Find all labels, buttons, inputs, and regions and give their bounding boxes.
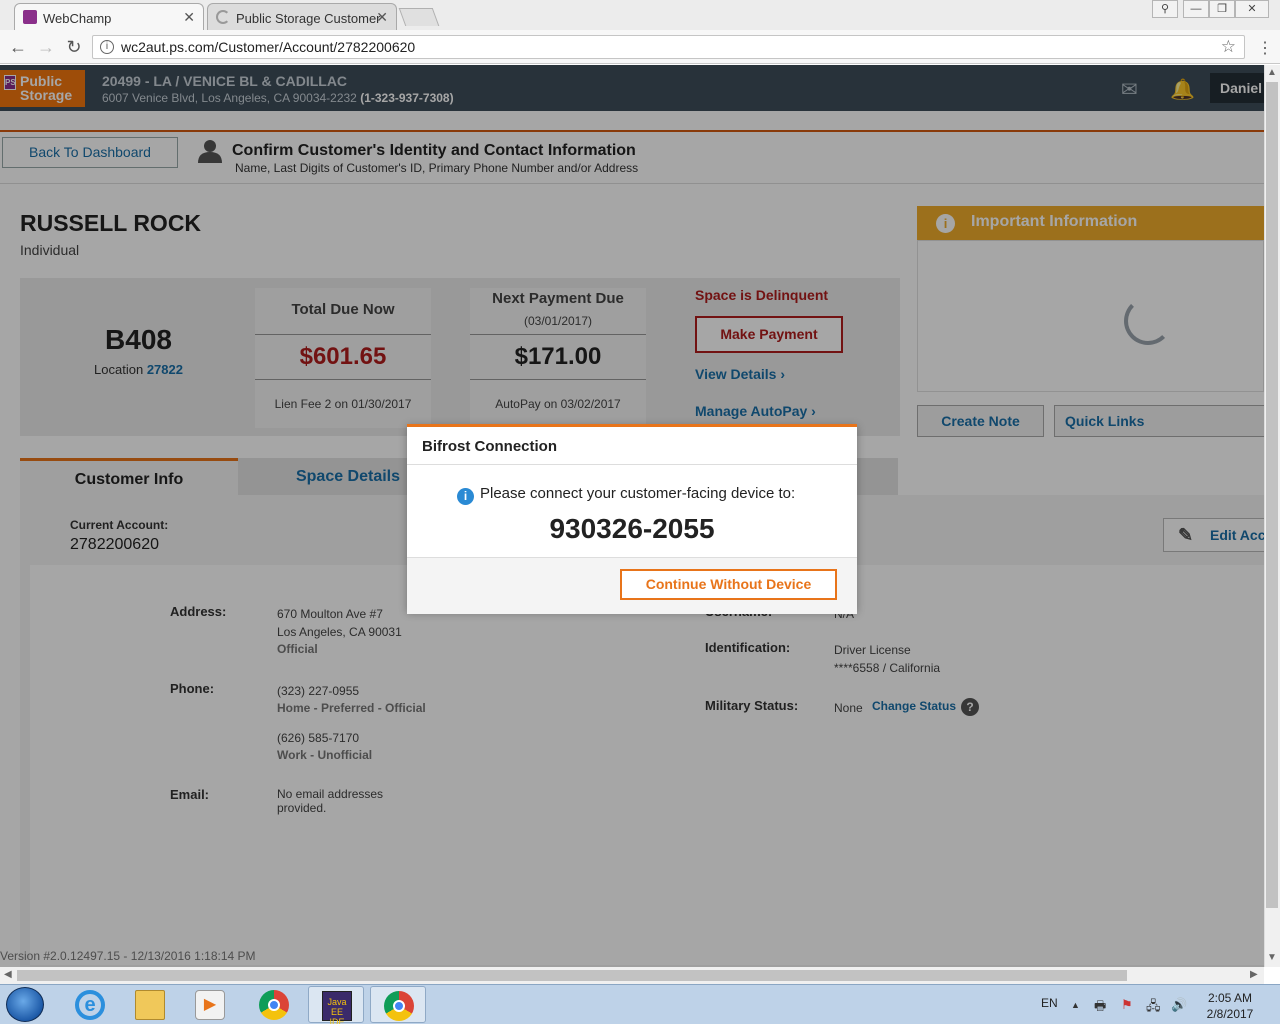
dialog-message: i Please connect your customer-facing dev… <box>457 485 795 505</box>
taskbar-app[interactable]: ▶ <box>182 986 238 1023</box>
device-code: 930326-2055 <box>549 513 715 544</box>
site-info-icon[interactable]: i <box>100 40 114 54</box>
taskbar-app[interactable]: e <box>62 986 118 1023</box>
action-center-icon[interactable]: ⚑ <box>1121 997 1133 1013</box>
show-hidden-icons-icon[interactable]: ▲ <box>1071 1000 1080 1010</box>
info-icon: i <box>457 488 474 505</box>
reload-icon[interactable]: ↻ <box>63 36 85 58</box>
back-arrow-icon[interactable]: ← <box>7 36 29 58</box>
language-indicator[interactable]: EN <box>1041 996 1058 1010</box>
system-clock[interactable]: 2:05 AM 2/8/2017 <box>1200 990 1260 1022</box>
taskbar-app[interactable]: Java EE IDE <box>308 986 364 1024</box>
taskbar-app[interactable] <box>246 986 302 1023</box>
browser-tab-title: WebChamp <box>43 11 112 26</box>
continue-without-device-button[interactable]: Continue Without Device <box>620 569 837 600</box>
browser-tab-public-storage[interactable]: Public Storage Customer ✕ <box>207 3 397 30</box>
address-bar[interactable]: i wc2aut.ps.com/Customer/Account/2782200… <box>92 35 1245 59</box>
scroll-right-arrow-icon[interactable]: ▶ <box>1250 969 1258 980</box>
internet-explorer-icon: e <box>75 990 105 1020</box>
vertical-scroll-thumb[interactable] <box>1266 82 1278 908</box>
volume-icon[interactable]: 🔊 <box>1171 997 1187 1013</box>
new-tab-button[interactable] <box>398 8 440 26</box>
taskbar-app[interactable] <box>370 986 426 1023</box>
chrome-icon <box>259 990 289 1020</box>
dialog-message-text: Please connect your customer-facing devi… <box>480 485 796 502</box>
divider <box>407 464 857 465</box>
printer-icon[interactable]: 🖶 <box>1094 997 1106 1019</box>
bookmark-star-icon[interactable]: ☆ <box>1221 37 1236 57</box>
java-ee-ide-icon: Java EE IDE <box>322 991 352 1024</box>
chrome-icon <box>384 991 414 1021</box>
close-tab-icon[interactable]: ✕ <box>183 9 195 26</box>
browser-menu-icon[interactable]: ⋮ <box>1257 38 1273 58</box>
file-explorer-icon <box>135 990 165 1020</box>
close-window-button[interactable]: ✕ <box>1235 0 1269 18</box>
close-tab-icon[interactable]: ✕ <box>376 9 388 26</box>
bifrost-connection-dialog: Bifrost Connection i Please connect your … <box>407 424 857 614</box>
network-icon[interactable]: 🖧 <box>1146 997 1161 1019</box>
url-text: wc2aut.ps.com/Customer/Account/278220062… <box>121 39 416 55</box>
dialog-title: Bifrost Connection <box>422 438 557 455</box>
minimize-window-button[interactable]: — <box>1183 0 1209 18</box>
forward-arrow-icon[interactable]: → <box>35 36 57 58</box>
horizontal-scroll-thumb[interactable] <box>17 970 1127 981</box>
profile-icon[interactable]: ⚲ <box>1152 0 1178 18</box>
start-icon[interactable] <box>6 987 44 1022</box>
restore-window-button[interactable]: ❐ <box>1209 0 1235 18</box>
loading-favicon-icon <box>216 10 230 24</box>
media-player-icon: ▶ <box>195 990 225 1020</box>
browser-tab-title: Public Storage Customer <box>236 11 381 26</box>
browser-tab-webchamp[interactable]: WebChamp ✕ <box>14 3 204 30</box>
scroll-down-arrow-icon[interactable]: ▼ <box>1267 952 1277 963</box>
clock-date: 2/8/2017 <box>1206 1007 1254 1021</box>
taskbar-app[interactable] <box>122 986 178 1023</box>
scroll-left-arrow-icon[interactable]: ◀ <box>4 969 12 980</box>
clock-time: 2:05 AM <box>1207 991 1253 1005</box>
scroll-up-arrow-icon[interactable]: ▲ <box>1267 67 1277 78</box>
public-storage-favicon-icon <box>23 10 37 24</box>
